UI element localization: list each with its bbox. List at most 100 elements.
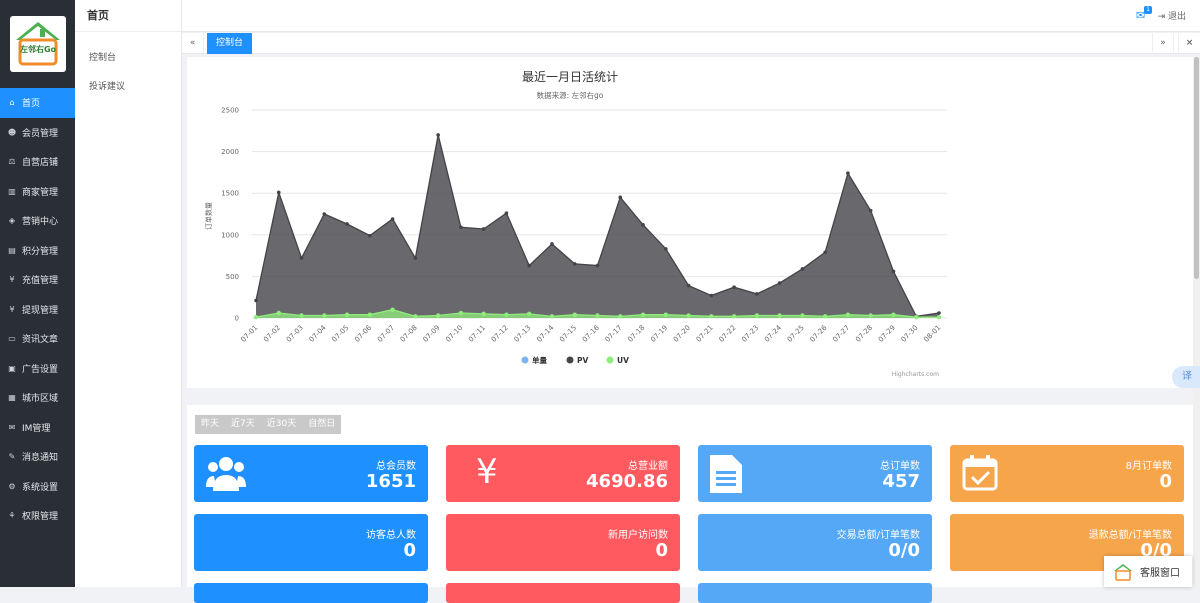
logo-text: 左邻右Go	[19, 44, 57, 54]
chart-x-tick-label: 07-18	[626, 324, 646, 344]
tab-dashboard[interactable]: 控制台	[207, 33, 253, 54]
chart-card: 最近一月日活统计 数据来源: 左邻右go 订单数量 Highcharts.com…	[187, 57, 1193, 388]
tab-scroll-left-button[interactable]: «	[182, 33, 204, 54]
balance-icon: ⚖	[8, 157, 16, 167]
users-icon	[206, 455, 246, 496]
chart-point	[937, 311, 941, 315]
filter-7days-button[interactable]: 近7天	[225, 415, 261, 434]
stat-value: 0/0	[888, 540, 920, 561]
sidebar-item-10[interactable]: ▦ 城市区域	[0, 383, 75, 413]
stat-card: 8月订单数 0	[950, 445, 1184, 502]
legend-label: 单量	[532, 355, 547, 365]
sidebar-item-3[interactable]: ▥ 商家管理	[0, 177, 75, 207]
filter-yesterday-button[interactable]: 昨天	[195, 415, 225, 434]
stat-card: 访客总人数 0	[194, 514, 428, 571]
tab-close-button[interactable]: ×	[1178, 33, 1200, 54]
chart-x-tick-label: 07-07	[376, 324, 396, 344]
page-scrollbar[interactable]	[1193, 57, 1200, 587]
chart-point	[413, 314, 418, 319]
sidebar-item-9[interactable]: ▣ 广告设置	[0, 354, 75, 384]
bank-icon: ▥	[8, 186, 16, 196]
filter-natural-day-button[interactable]: 自然日	[302, 415, 341, 434]
sidebar-item-6[interactable]: ¥ 充值管理	[0, 265, 75, 295]
sidebar-item-4[interactable]: ◈ 营销中心	[0, 206, 75, 236]
subnav-item-complaints[interactable]: 投诉建议	[75, 73, 181, 102]
subnav-item-dashboard[interactable]: 控制台	[75, 44, 181, 73]
chart-point	[254, 298, 258, 303]
sidebar-item-label: 会员管理	[22, 128, 59, 139]
chart-point	[253, 314, 259, 320]
chart-x-tick-label: 07-16	[581, 323, 601, 343]
logout-icon: ⇥	[1157, 12, 1166, 22]
chart-point	[527, 263, 531, 268]
chart-point	[572, 262, 577, 266]
chart-point	[344, 312, 350, 317]
sidebar-item-12[interactable]: ✎ 消息通知	[0, 442, 75, 472]
tab-bar: « 控制台 » ×	[182, 33, 1200, 54]
sidebar-item-11[interactable]: ✉ IM管理	[0, 413, 75, 443]
logout-button[interactable]: ⇥ 退出	[1158, 9, 1186, 22]
chart-y-tick-label: 500	[226, 273, 239, 281]
stat-label: 退款总额/订单笔数	[1088, 530, 1172, 541]
chart-point	[345, 222, 349, 226]
chart-point	[367, 312, 373, 317]
top-bar: ✉ 1 ⇥ 退出	[182, 0, 1200, 32]
chart-point	[641, 223, 645, 227]
sidebar-item-label: 资讯文章	[22, 335, 59, 346]
house-logo-icon	[1114, 563, 1132, 581]
home-icon: ⌂	[9, 98, 15, 108]
chart-point	[822, 314, 828, 319]
sidebar-item-label: 城市区域	[22, 394, 59, 405]
chart-point	[868, 208, 873, 213]
chart-point	[754, 313, 760, 318]
chart-point	[435, 313, 441, 318]
sidebar-item-14[interactable]: ⚘ 权限管理	[0, 501, 75, 531]
sidebar-item-0[interactable]: ⌂ 首页	[0, 88, 75, 118]
chart-x-tick-label: 07-24	[763, 323, 783, 343]
customer-service-button[interactable]: 客服窗口	[1104, 556, 1192, 587]
chart-point	[731, 314, 737, 319]
sidebar-item-1[interactable]: ☻ 会员管理	[0, 118, 75, 148]
logout-label: 退出	[1167, 12, 1186, 22]
chart-point	[618, 195, 623, 200]
scrollbar-thumb[interactable]	[1194, 57, 1199, 279]
sidebar-item-label: 权限管理	[22, 512, 59, 523]
chart-point	[664, 247, 668, 251]
translate-button[interactable]: 译	[1172, 366, 1200, 388]
chart-x-tick-label: 07-10	[444, 324, 464, 344]
chart-point	[709, 314, 714, 319]
chart-x-tick-label: 07-15	[558, 324, 578, 344]
sidebar-item-5[interactable]: ▤ 积分管理	[0, 236, 75, 266]
close-icon: ×	[1185, 38, 1194, 48]
chart-x-tick-label: 07-11	[467, 324, 487, 344]
chart-point	[845, 312, 851, 317]
users-icon: ☻	[7, 127, 17, 137]
sidebar-item-13[interactable]: ⚙ 系统设置	[0, 472, 75, 502]
sidebar-item-7[interactable]: ¥ 提现管理	[0, 295, 75, 325]
chart-title: 最近一月日活统计	[522, 70, 618, 84]
chart-point	[823, 250, 827, 255]
filter-30days-button[interactable]: 近30天	[261, 415, 302, 434]
chart-subtitle: 数据来源: 左邻右go	[537, 90, 604, 100]
chart-point	[755, 292, 759, 296]
stat-label: 总会员数	[376, 461, 416, 472]
chart-point	[299, 256, 304, 260]
chart-x-tick-label: 07-17	[604, 324, 624, 344]
chart-x-tick-label: 07-14	[535, 323, 555, 343]
sidebar-item-label: 自营店铺	[22, 158, 59, 169]
chart-point	[550, 242, 554, 246]
chart-point	[709, 293, 714, 298]
notification-bell[interactable]: ✉ 1	[1136, 6, 1152, 22]
chart-point	[732, 285, 736, 290]
sidebar-item-8[interactable]: ▭ 资讯文章	[0, 324, 75, 354]
tab-scroll-right-button[interactable]: »	[1152, 33, 1174, 54]
stat-label: 新用户访问数	[608, 530, 668, 541]
chart-x-tick-label: 07-30	[900, 324, 920, 344]
chart-x-tick-label: 07-27	[831, 324, 851, 344]
sidebar-item-label: 提现管理	[22, 305, 59, 316]
sidebar-item-2[interactable]: ⚖ 自营店铺	[0, 147, 75, 177]
chart-x-tick-label: 07-20	[672, 324, 692, 344]
chart-point	[390, 307, 395, 312]
logo[interactable]: 左邻右Go	[10, 16, 66, 72]
chart-point	[663, 312, 668, 317]
